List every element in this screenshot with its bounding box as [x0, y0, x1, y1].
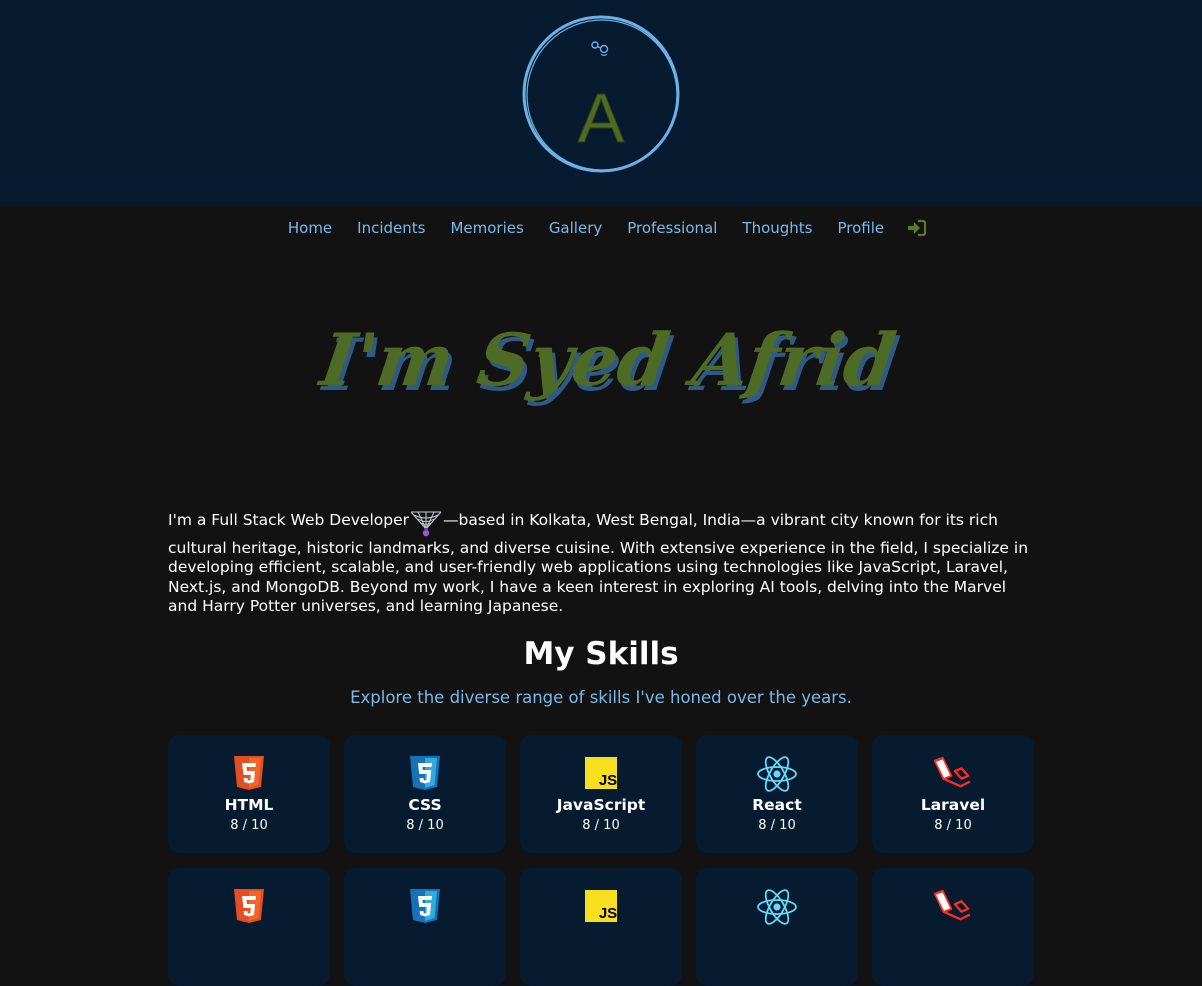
- skill-name: React: [752, 796, 802, 814]
- skill-name: CSS: [408, 796, 442, 814]
- nav-incidents[interactable]: Incidents: [357, 219, 425, 237]
- skill-card-css[interactable]: [344, 868, 506, 986]
- nav-professional[interactable]: Professional: [627, 219, 717, 237]
- skills-title: My Skills: [523, 636, 679, 672]
- skill-card-laravel[interactable]: Laravel 8 / 10: [872, 735, 1034, 853]
- skills-subtitle: Explore the diverse range of skills I've…: [350, 688, 852, 707]
- skill-name: JavaScript: [556, 796, 646, 814]
- html5-icon: [234, 889, 264, 923]
- skill-card-javascript[interactable]: JS: [520, 868, 682, 986]
- main-nav: Home Incidents Memories Gallery Professi…: [0, 206, 1202, 250]
- skill-card-laravel[interactable]: [872, 868, 1034, 986]
- css3-icon: [410, 889, 440, 923]
- laravel-icon: [933, 757, 971, 788]
- skill-level: 8 / 10: [582, 818, 620, 833]
- logo-letter: A: [578, 79, 625, 157]
- site-header: A: [0, 0, 1202, 206]
- javascript-icon: JS: [585, 757, 617, 789]
- skill-name: HTML: [224, 796, 274, 814]
- nav-thoughts[interactable]: Thoughts: [742, 219, 812, 237]
- skill-card-react[interactable]: [696, 868, 858, 986]
- skill-level: 8 / 10: [934, 818, 972, 833]
- skill-level: 8 / 10: [230, 818, 268, 833]
- react-icon: [757, 756, 797, 792]
- svg-text:JS: JS: [599, 905, 617, 922]
- svg-text:JS: JS: [599, 772, 617, 789]
- spider-web-icon: [410, 511, 442, 536]
- javascript-icon: JS: [585, 890, 617, 922]
- sign-in-icon[interactable]: [907, 219, 927, 237]
- html5-icon: [234, 756, 264, 790]
- intro-text-start: I'm a Full Stack Web Developer: [168, 510, 409, 529]
- nav-memories[interactable]: Memories: [450, 219, 523, 237]
- skill-name: Laravel: [920, 796, 986, 814]
- react-icon: [757, 889, 797, 925]
- hero-title: I'm Syed Afrid I'm Syed Afrid: [314, 318, 904, 408]
- skill-level: 8 / 10: [758, 818, 796, 833]
- skill-card-javascript[interactable]: JS JavaScript 8 / 10: [520, 735, 682, 853]
- nav-home[interactable]: Home: [288, 219, 332, 237]
- site-logo[interactable]: A: [520, 14, 682, 174]
- skill-card-html[interactable]: [168, 868, 330, 986]
- nav-gallery[interactable]: Gallery: [549, 219, 602, 237]
- intro-paragraph: I'm a Full Stack Web Developer —based in…: [168, 509, 1034, 617]
- laravel-icon: [933, 890, 971, 921]
- skill-card-css[interactable]: CSS 8 / 10: [344, 735, 506, 853]
- hero-title-text: I'm Syed Afrid: [314, 318, 901, 403]
- skill-level: 8 / 10: [406, 818, 444, 833]
- nav-profile[interactable]: Profile: [837, 219, 884, 237]
- css3-icon: [410, 756, 440, 790]
- skill-card-react[interactable]: React 8 / 10: [696, 735, 858, 853]
- skill-card-html[interactable]: HTML 8 / 10: [168, 735, 330, 853]
